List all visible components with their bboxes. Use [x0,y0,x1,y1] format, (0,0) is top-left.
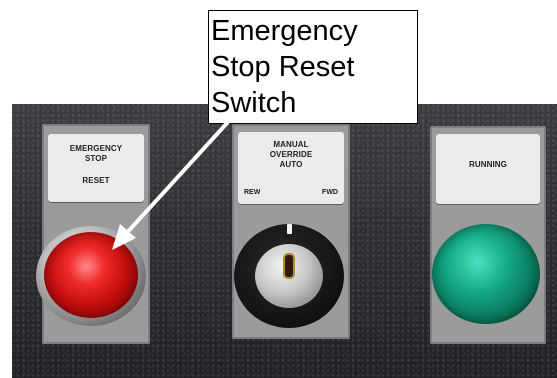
running-indicator-light [432,224,540,324]
legend-line: OVERRIDE [269,150,313,159]
fwd-label: FWD [322,189,338,196]
legend-line: EMERGENCY [69,144,123,153]
emergency-stop-legend: EMERGENCY STOP RESET [48,134,144,202]
emergency-stop-reset-button[interactable] [44,232,138,318]
manual-override-legend: MANUAL OVERRIDE AUTO REW FWD [238,132,344,204]
legend-line: STOP [84,154,108,163]
callout-line: Switch [211,87,297,119]
legend-line: AUTO [279,160,303,169]
legend-line: MANUAL [273,140,309,149]
running-legend: RUNNING [436,134,540,204]
rew-label: REW [244,189,261,196]
callout-line: Stop Reset [211,51,355,83]
legend-line: RESET [82,176,110,185]
legend-line: RUNNING [468,160,508,169]
legend-direction-row: REW FWD [244,188,338,198]
key-cylinder[interactable] [285,255,293,277]
callout-line: Emergency [211,15,358,47]
callout-label: Emergency Stop Reset Switch [208,10,418,124]
keyswitch-position-mark [287,224,292,234]
control-panel: EMERGENCY STOP RESET MANUAL OVERRIDE AUT… [12,104,557,378]
